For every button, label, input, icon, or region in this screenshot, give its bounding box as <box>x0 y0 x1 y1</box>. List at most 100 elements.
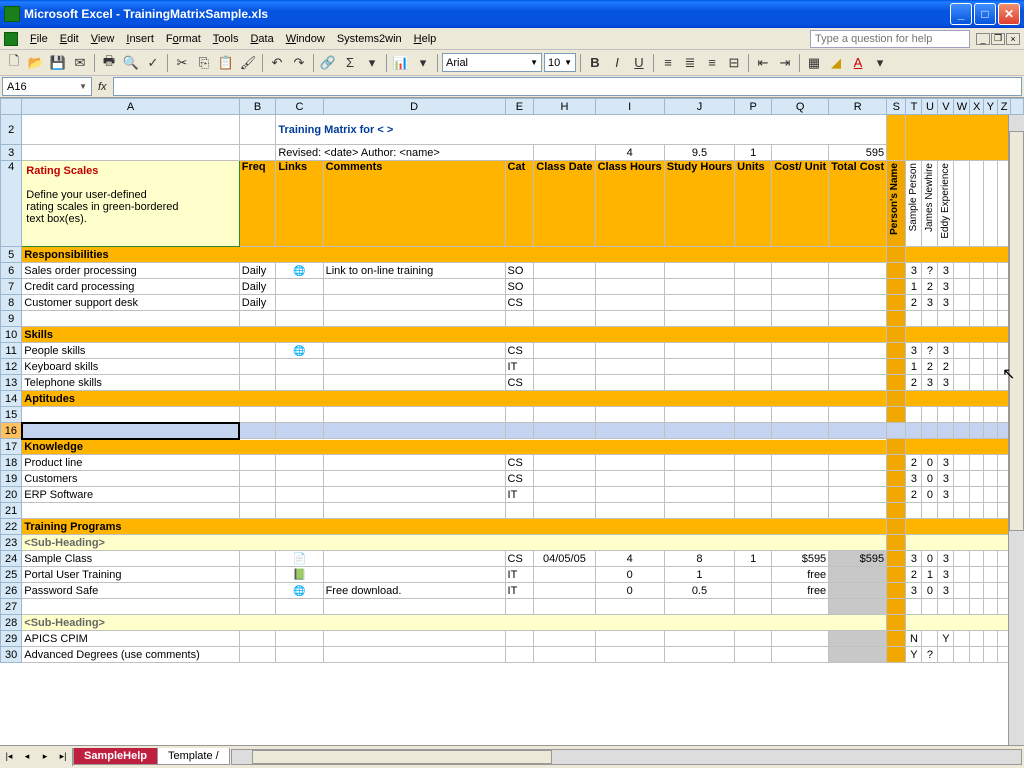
col-header[interactable]: Z <box>997 99 1011 115</box>
align-right-button[interactable]: ≡ <box>702 53 722 73</box>
tab-nav-first[interactable]: |◂ <box>0 748 18 766</box>
menu-data[interactable]: Data <box>244 31 279 47</box>
menu-systems2win[interactable]: Systems2win <box>331 31 408 47</box>
select-all-cell[interactable] <box>1 99 22 115</box>
maximize-button[interactable]: □ <box>974 3 996 25</box>
col-header[interactable]: T <box>906 99 922 115</box>
hyperlink-button[interactable]: 🔗 <box>318 53 338 73</box>
email-button[interactable]: ✉ <box>70 53 90 73</box>
col-header[interactable] <box>1011 99 1024 115</box>
underline-button[interactable]: U <box>629 53 649 73</box>
merge-button[interactable]: ⊟ <box>724 53 744 73</box>
col-header[interactable]: J <box>664 99 734 115</box>
autosum-button[interactable]: Σ <box>340 53 360 73</box>
font-color-button[interactable]: A <box>848 53 868 73</box>
col-header[interactable]: W <box>954 99 970 115</box>
cut-button[interactable]: ✂ <box>172 53 192 73</box>
col-header[interactable]: I <box>595 99 664 115</box>
revised-author: Revised: <date> Author: <name> <box>276 145 534 161</box>
print-button[interactable]: 🖶 <box>99 53 119 73</box>
col-header[interactable]: C <box>276 99 323 115</box>
row-header[interactable]: 2 <box>1 115 22 145</box>
italic-button[interactable]: I <box>607 53 627 73</box>
formula-bar[interactable] <box>113 77 1022 96</box>
formula-bar-row: A16▼ fx <box>0 76 1024 98</box>
decrease-indent-button[interactable]: ⇤ <box>753 53 773 73</box>
excel-app-icon <box>4 6 20 22</box>
menu-view[interactable]: View <box>85 31 121 47</box>
redo-button[interactable]: ↷ <box>289 53 309 73</box>
col-header[interactable]: U <box>922 99 938 115</box>
worksheet-grid[interactable]: A B C D E H I J P Q R S T U V W X Y Z 2 … <box>0 98 1024 745</box>
rating-scales-box: Rating Scales Define your user-defined r… <box>22 161 240 247</box>
menu-help[interactable]: Help <box>408 31 443 47</box>
menu-window[interactable]: Window <box>280 31 331 47</box>
undo-button[interactable]: ↶ <box>267 53 287 73</box>
toolbar-options[interactable]: ▾ <box>870 53 890 73</box>
menu-tools[interactable]: Tools <box>207 31 245 47</box>
increase-indent-button[interactable]: ⇥ <box>775 53 795 73</box>
col-header[interactable]: V <box>938 99 954 115</box>
word-doc-icon[interactable]: 📄 <box>293 553 307 565</box>
col-header[interactable]: Y <box>984 99 998 115</box>
excel-doc-icon[interactable]: 📗 <box>293 569 307 581</box>
fx-icon[interactable]: fx <box>98 81 107 93</box>
save-button[interactable]: 💾 <box>48 53 68 73</box>
mdi-minimize-button[interactable]: _ <box>976 33 990 45</box>
link-icon[interactable]: 🌐 <box>293 266 305 277</box>
col-header[interactable]: R <box>829 99 887 115</box>
menu-format[interactable]: Format <box>160 31 207 47</box>
chart-button[interactable]: 📊 <box>391 53 411 73</box>
borders-button[interactable]: ▦ <box>804 53 824 73</box>
name-box[interactable]: A16▼ <box>2 77 92 96</box>
align-left-button[interactable]: ≡ <box>658 53 678 73</box>
col-header[interactable]: S <box>887 99 906 115</box>
help-search-input[interactable] <box>810 30 970 48</box>
bold-button[interactable]: B <box>585 53 605 73</box>
close-button[interactable]: ✕ <box>998 3 1020 25</box>
sort-button[interactable]: ▾ <box>362 53 382 73</box>
sheet-tab-samplehelp[interactable]: SampleHelp <box>73 748 158 765</box>
col-header[interactable]: B <box>239 99 276 115</box>
menu-insert[interactable]: Insert <box>120 31 160 47</box>
sheet-title: Training Matrix for < > <box>276 115 887 145</box>
col-header[interactable]: P <box>735 99 772 115</box>
menu-edit[interactable]: Edit <box>54 31 85 47</box>
fill-color-button[interactable]: ◢ <box>826 53 846 73</box>
font-combo[interactable]: Arial▼ <box>442 53 542 72</box>
more-buttons[interactable]: ▾ <box>413 53 433 73</box>
col-header[interactable]: A <box>22 99 240 115</box>
print-preview-button[interactable]: 🔍 <box>121 53 141 73</box>
link-icon[interactable]: 🌐 <box>293 586 305 597</box>
new-button[interactable]: 🗋 <box>4 53 24 73</box>
tab-nav-next[interactable]: ▸ <box>36 748 54 766</box>
copy-button[interactable]: ⎘ <box>194 53 214 73</box>
mdi-restore-button[interactable]: ❐ <box>991 33 1005 45</box>
link-icon[interactable]: 🌐 <box>293 346 305 357</box>
row-header[interactable]: 3 <box>1 145 22 161</box>
selected-row-header[interactable]: 16 <box>1 423 22 439</box>
window-title: Microsoft Excel - TrainingMatrixSample.x… <box>24 7 950 21</box>
align-center-button[interactable]: ≣ <box>680 53 700 73</box>
row-header[interactable]: 4 <box>1 161 22 247</box>
minimize-button[interactable]: _ <box>950 3 972 25</box>
col-header[interactable]: H <box>534 99 595 115</box>
tab-nav-last[interactable]: ▸| <box>54 748 72 766</box>
standard-toolbar: 🗋 📂 💾 ✉ 🖶 🔍 ✓ ✂ ⎘ 📋 🖌 ↶ ↷ 🔗 Σ ▾ 📊 ▾ Aria… <box>0 50 1024 76</box>
mdi-close-button[interactable]: × <box>1006 33 1020 45</box>
sheet-tabs-bar: |◂ ◂ ▸ ▸| SampleHelp Template / <box>0 745 1024 767</box>
col-header[interactable]: D <box>323 99 505 115</box>
col-header[interactable]: X <box>970 99 984 115</box>
paste-button[interactable]: 📋 <box>216 53 236 73</box>
menu-file[interactable]: File <box>24 31 54 47</box>
horizontal-scrollbar[interactable] <box>231 749 1022 765</box>
tab-nav-prev[interactable]: ◂ <box>18 748 36 766</box>
col-header[interactable]: Q <box>772 99 829 115</box>
format-painter-button[interactable]: 🖌 <box>238 53 258 73</box>
spelling-button[interactable]: ✓ <box>143 53 163 73</box>
open-button[interactable]: 📂 <box>26 53 46 73</box>
col-header[interactable]: E <box>505 99 534 115</box>
vertical-scrollbar[interactable] <box>1008 115 1024 745</box>
font-size-combo[interactable]: 10▼ <box>544 53 576 72</box>
sheet-tab-template[interactable]: Template / <box>157 748 230 765</box>
